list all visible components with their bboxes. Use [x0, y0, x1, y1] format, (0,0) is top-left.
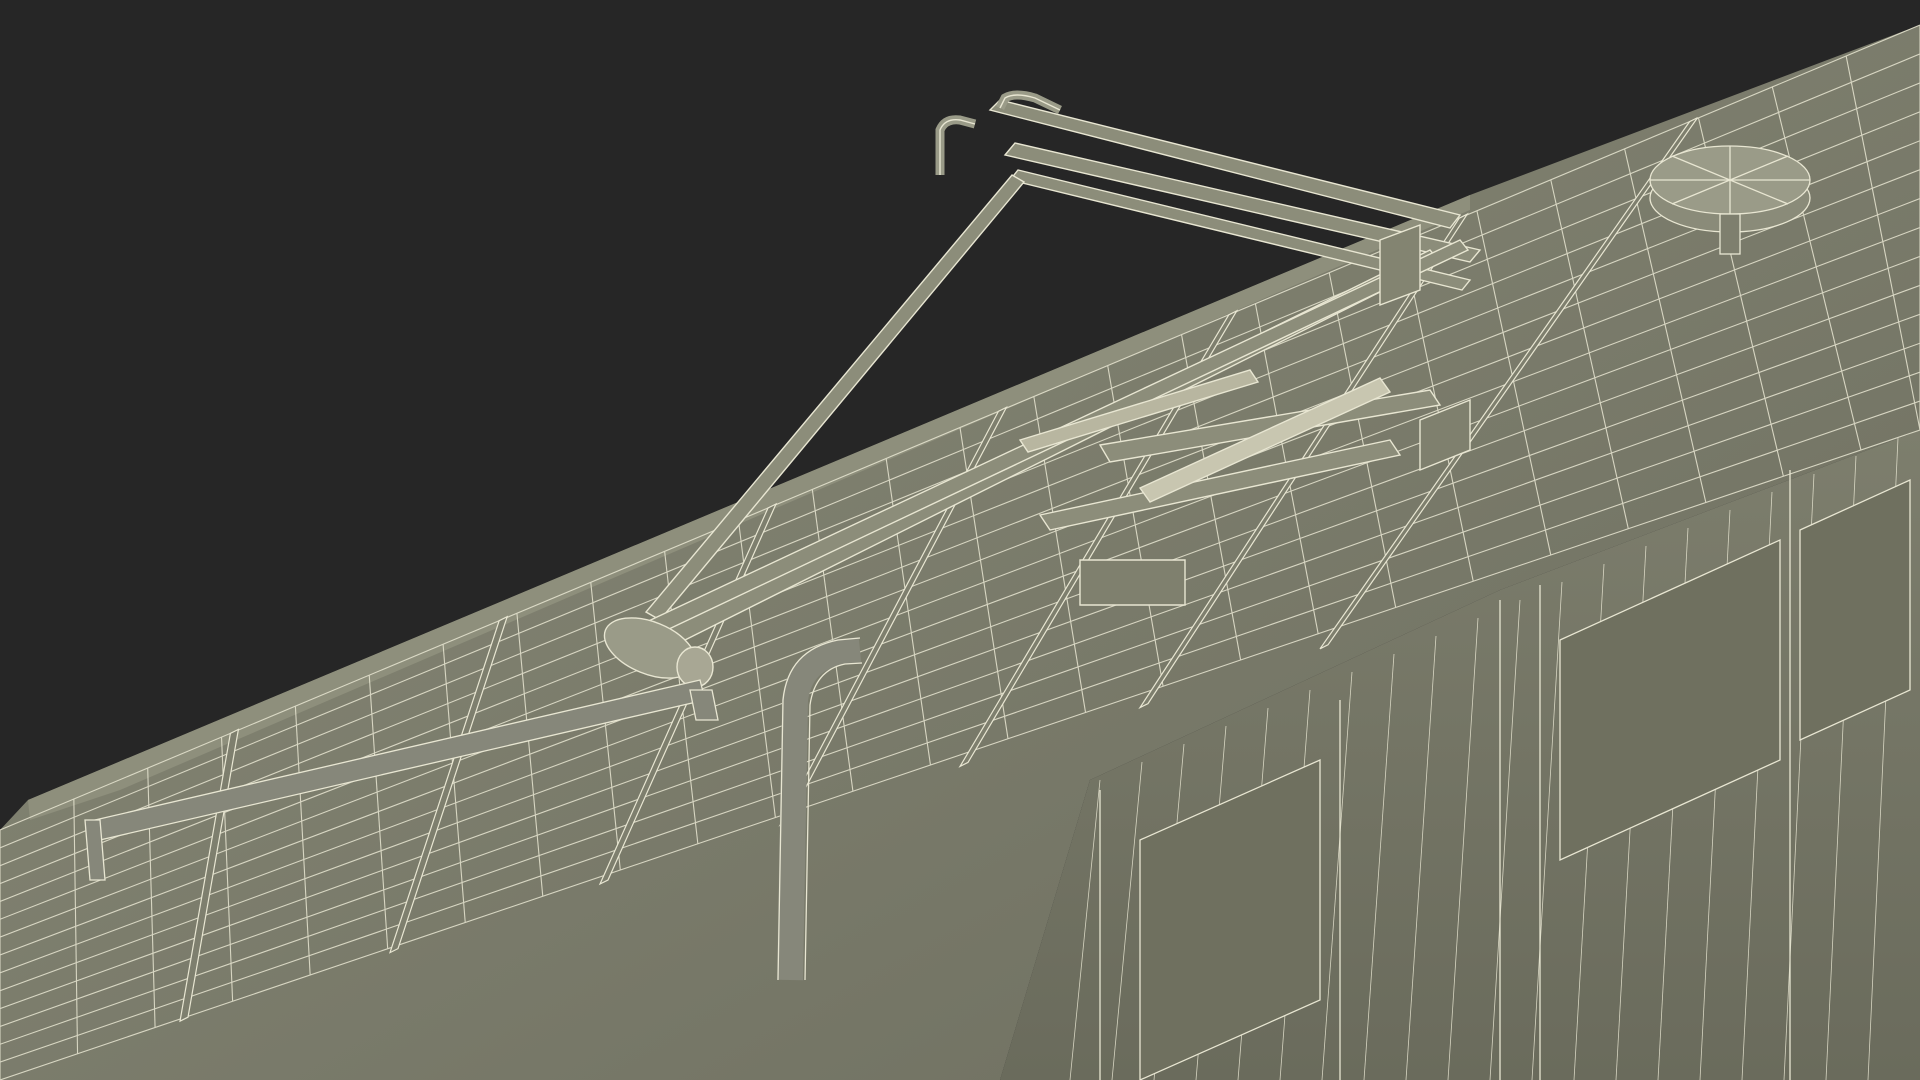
render-viewport: [0, 0, 1920, 1080]
wireframe-render: [0, 0, 1920, 1080]
